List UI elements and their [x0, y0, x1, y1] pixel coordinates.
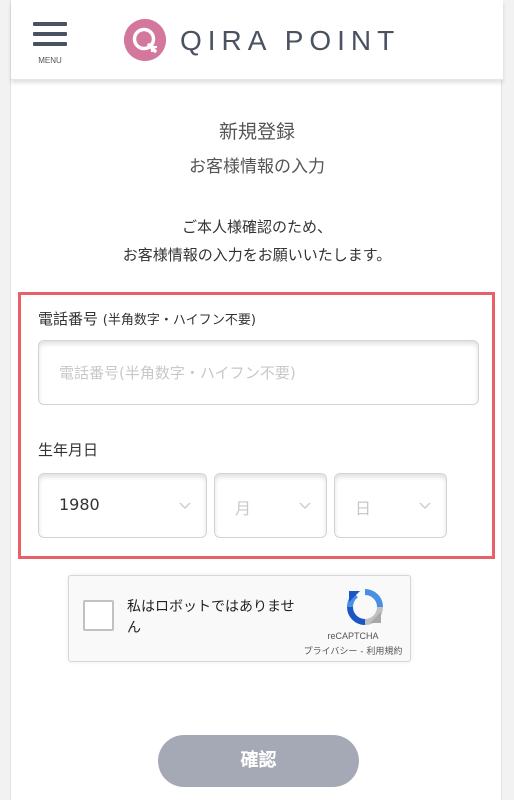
page-frame: MENU QIRA POINT 新規登録 お客様情報の入力 ご本人様確認のため、… — [10, 0, 503, 800]
recaptcha-checkbox[interactable] — [83, 600, 114, 631]
birth-year-value: 1980 — [59, 495, 100, 514]
privacy-link[interactable]: プライバシー — [304, 647, 358, 657]
hamburger-icon-bar — [33, 32, 67, 36]
menu-button[interactable]: MENU — [33, 22, 67, 66]
phone-input[interactable] — [38, 340, 479, 405]
birth-month-placeholder: 月 — [235, 499, 252, 518]
birth-day-select[interactable]: 日 — [334, 473, 447, 538]
intro-line-1: ご本人様確認のため、 — [181, 218, 332, 236]
intro-line-2: お客様情報の入力をお願いいたします。 — [122, 246, 392, 264]
birthdate-label: 生年月日 — [38, 441, 99, 459]
menu-label: MENU — [38, 56, 62, 65]
chevron-down-icon — [179, 502, 191, 510]
chevron-down-icon — [299, 502, 311, 510]
chevron-down-icon — [419, 502, 431, 510]
recaptcha-links: プライバシー - 利用規約 — [294, 644, 412, 657]
recaptcha-text: 私はロボットではありません — [127, 599, 295, 636]
phone-label: 電話番号 (半角数字・ハイフン不要) — [38, 308, 256, 329]
logo-text: QIRA POINT — [180, 25, 401, 56]
intro-text: ご本人様確認のため、 お客様情報の入力をお願いいたします。 — [11, 213, 503, 269]
birth-month-select[interactable]: 月 — [214, 473, 327, 538]
logo[interactable]: QIRA POINT — [124, 19, 444, 61]
hamburger-icon — [33, 22, 67, 26]
recaptcha-brand: reCAPTCHA — [327, 631, 379, 641]
page-subtitle: お客様情報の入力 — [189, 157, 325, 177]
hamburger-icon-bar — [33, 42, 67, 46]
phone-label-text: 電話番号 — [38, 310, 99, 328]
customer-info-form: 電話番号 (半角数字・ハイフン不要) 生年月日 1980 月 日 — [18, 292, 495, 559]
birth-day-placeholder: 日 — [355, 499, 372, 518]
recaptcha-widget: 私はロボットではありません reCAPTCHA プライバシー - 利用規約 — [68, 575, 411, 662]
terms-link[interactable]: 利用規約 — [366, 647, 402, 657]
phone-label-note: (半角数字・ハイフン不要) — [102, 313, 256, 328]
birth-year-select[interactable]: 1980 — [38, 473, 207, 538]
recaptcha-icon — [347, 589, 383, 625]
logo-mark-icon — [124, 19, 166, 61]
confirm-button[interactable]: 確認 — [158, 735, 359, 787]
page-title: 新規登録 — [218, 121, 295, 143]
app-header: MENU QIRA POINT — [11, 0, 503, 80]
